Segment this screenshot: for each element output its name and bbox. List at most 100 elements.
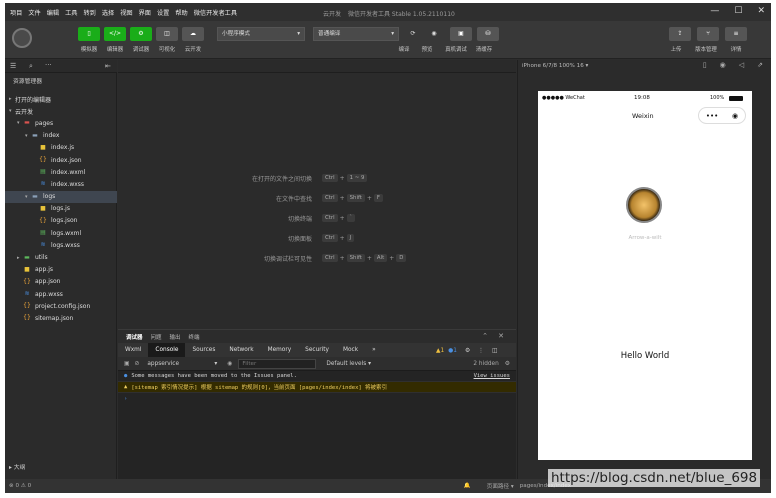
- clear-console-icon[interactable]: ⊘: [134, 361, 139, 367]
- eye-icon[interactable]: ◉: [227, 361, 232, 367]
- menu-item[interactable]: 设置: [157, 8, 169, 17]
- tree-item[interactable]: ■ app.js: [5, 264, 117, 276]
- menu-item[interactable]: 界面: [139, 8, 151, 17]
- devtools-tab[interactable]: Network: [222, 347, 260, 353]
- outline-section[interactable]: ▸ 大纲: [9, 462, 25, 471]
- section-open-editors[interactable]: ▸ 打开的编辑器: [5, 93, 117, 105]
- more-icon[interactable]: ···: [45, 61, 52, 69]
- user-avatar[interactable]: [626, 187, 662, 223]
- tree-item[interactable]: ■ index.js: [5, 142, 117, 154]
- tree-item[interactable]: {} index.json: [5, 154, 117, 166]
- problems-summary[interactable]: ⊗ 0 ⚠ 0: [9, 483, 31, 489]
- action-remote-debug[interactable]: 真机调试: [441, 45, 471, 53]
- settings-icon[interactable]: ⚙: [465, 348, 470, 354]
- popout-icon[interactable]: ⇗: [757, 61, 763, 69]
- split-icon[interactable]: ⇤: [105, 62, 111, 70]
- devtools-tab[interactable]: »: [365, 347, 383, 353]
- upload-icon[interactable]: ⇪: [669, 27, 691, 41]
- tree-item[interactable]: ▤ logs.wxml: [5, 227, 117, 239]
- tree-item[interactable]: {} logs.json: [5, 215, 117, 227]
- device-select[interactable]: iPhone 6/7/8 100% 16 ▾: [522, 63, 588, 69]
- visual-toggle-icon[interactable]: ◫: [156, 27, 178, 41]
- panel-tab[interactable]: 输出: [170, 333, 181, 341]
- page-path-select[interactable]: 页面路径 ▾: [487, 482, 514, 490]
- action-details[interactable]: 详情: [723, 45, 749, 53]
- menu-item[interactable]: 编辑: [47, 8, 59, 17]
- action-preview[interactable]: 预览: [418, 45, 436, 53]
- close-icon[interactable]: ✕: [757, 6, 765, 16]
- devtools-tab[interactable]: Memory: [261, 347, 299, 353]
- devtools-tab[interactable]: Security: [298, 347, 336, 353]
- minimize-icon[interactable]: —: [710, 6, 719, 16]
- devtools-tab[interactable]: Console: [148, 343, 186, 357]
- editor-toggle-icon[interactable]: </>: [104, 27, 126, 41]
- debugger-toggle-icon[interactable]: ⚙: [130, 27, 152, 41]
- action-clear-cache[interactable]: 清缓存: [471, 45, 497, 53]
- menu-item[interactable]: 微信开发者工具: [194, 8, 237, 17]
- devtools-tab[interactable]: Mock: [336, 347, 365, 353]
- console-filter-input[interactable]: [238, 358, 317, 369]
- key-cap: J: [346, 234, 355, 242]
- version-icon[interactable]: ⑂: [697, 27, 719, 41]
- tree-item[interactable]: ▾ ▬ index: [5, 130, 117, 142]
- menu-item[interactable]: 项目: [10, 8, 22, 17]
- tree-item[interactable]: ▸ ▬ utils: [5, 251, 117, 263]
- compile-mode-select[interactable]: 小程序模式 ▾: [217, 27, 305, 41]
- menu-item[interactable]: 选择: [102, 8, 114, 17]
- view-issues-link[interactable]: View issues: [474, 373, 510, 379]
- sidebar-toggle-icon[interactable]: ▣: [124, 361, 129, 367]
- bell-icon[interactable]: 🔔: [464, 483, 471, 489]
- preview-icon[interactable]: ◉: [423, 27, 445, 41]
- warning-badge[interactable]: ▲1: [436, 348, 444, 354]
- close-miniprogram-icon[interactable]: ◉: [732, 112, 738, 120]
- tree-item[interactable]: {} project.config.json: [5, 300, 117, 312]
- log-levels-select[interactable]: Default levels ▾: [326, 361, 371, 367]
- tree-item[interactable]: ≋ index.wxss: [5, 178, 117, 190]
- details-icon[interactable]: ≡: [725, 27, 747, 41]
- search-icon[interactable]: ⌕: [29, 62, 33, 71]
- console-settings-icon[interactable]: ⚙: [505, 361, 510, 367]
- devtools-tab[interactable]: Sources: [185, 347, 222, 353]
- tree-item[interactable]: ▾ ▬ pages: [5, 117, 117, 129]
- simulator-toggle-icon[interactable]: ▯: [78, 27, 100, 41]
- chevron-up-icon[interactable]: ⌃: [482, 332, 488, 340]
- action-compile[interactable]: 编译: [395, 45, 413, 53]
- more-icon[interactable]: •••: [706, 112, 718, 120]
- menu-item[interactable]: 转到: [84, 8, 96, 17]
- devtools-tab[interactable]: Wxml: [118, 347, 148, 353]
- menu-item[interactable]: 帮助: [175, 8, 187, 17]
- menu-icon[interactable]: ☰: [10, 62, 16, 70]
- tree-item[interactable]: ▤ index.wxml: [5, 166, 117, 178]
- tree-item[interactable]: ▾ ▬ logs: [5, 190, 117, 203]
- tree-item[interactable]: ≋ logs.wxss: [5, 239, 117, 251]
- compile-target-select[interactable]: 普通编译 ▾: [313, 27, 399, 41]
- tree-item[interactable]: ■ logs.js: [5, 203, 117, 215]
- maximize-icon[interactable]: ☐: [734, 6, 742, 16]
- info-badge[interactable]: ●1: [448, 348, 457, 354]
- panel-tab[interactable]: 问题: [151, 333, 162, 341]
- clear-cache-icon[interactable]: ⛁: [477, 27, 499, 41]
- record-icon[interactable]: ◉: [720, 61, 726, 69]
- section-project[interactable]: ▾ 云开发: [5, 105, 117, 117]
- panel-tab[interactable]: 调试器: [126, 333, 143, 341]
- cloud-toggle-icon[interactable]: ☁: [182, 27, 204, 41]
- close-panel-icon[interactable]: ✕: [498, 332, 504, 340]
- compile-icon[interactable]: ⟳: [402, 27, 424, 41]
- volume-icon[interactable]: ◁: [739, 61, 744, 69]
- menu-item[interactable]: 文件: [28, 8, 40, 17]
- action-version[interactable]: 版本管理: [689, 45, 723, 53]
- remote-debug-icon[interactable]: ▣: [450, 27, 472, 41]
- tree-item[interactable]: ≋ app.wxss: [5, 288, 117, 300]
- tree-item[interactable]: {} app.json: [5, 276, 117, 288]
- avatar[interactable]: [12, 28, 32, 48]
- dock-icon[interactable]: ◫: [492, 348, 497, 354]
- context-select[interactable]: appservice ▾: [147, 361, 221, 367]
- device-icon[interactable]: ▯: [703, 61, 707, 69]
- panel-tab[interactable]: 终端: [189, 333, 200, 341]
- menu-item[interactable]: 视图: [120, 8, 132, 17]
- action-upload[interactable]: 上传: [665, 45, 687, 53]
- kebab-icon[interactable]: ⋮: [478, 348, 484, 354]
- tree-item[interactable]: {} sitemap.json: [5, 312, 117, 324]
- console-prompt[interactable]: ›: [118, 393, 516, 404]
- menu-item[interactable]: 工具: [65, 8, 77, 17]
